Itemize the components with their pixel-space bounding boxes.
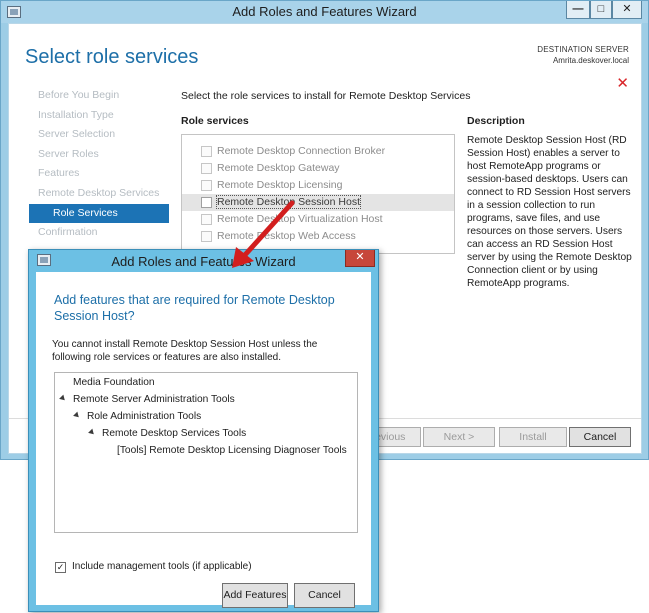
checkbox[interactable] <box>201 180 212 191</box>
add-features-dialog: Add Roles and Features Wizard ✕ Add feat… <box>28 249 379 612</box>
expand-triangle-icon[interactable] <box>73 411 81 420</box>
description-header: Description <box>467 115 525 127</box>
close-button[interactable]: ✕ <box>612 1 642 19</box>
install-button[interactable]: Install <box>499 427 567 447</box>
checkbox[interactable] <box>201 197 212 208</box>
tree-item[interactable]: Remote Server Administration Tools <box>73 394 235 405</box>
role-services-list[interactable]: Remote Desktop Connection Broker Remote … <box>181 134 455 254</box>
role-services-header: Role services <box>181 115 249 127</box>
dialog-message: You cannot install Remote Desktop Sessio… <box>52 339 318 363</box>
role-service-item[interactable]: Remote Desktop Licensing <box>182 177 454 194</box>
role-service-item[interactable]: Remote Desktop Virtualization Host <box>182 211 454 228</box>
add-features-button[interactable]: Add Features <box>222 583 288 608</box>
expand-triangle-icon[interactable] <box>59 394 67 403</box>
minimize-button[interactable]: — <box>566 1 590 19</box>
role-service-item[interactable]: Remote Desktop Connection Broker <box>182 143 454 160</box>
dialog-title: Add Roles and Features Wizard <box>111 254 296 269</box>
dialog-close-button[interactable]: ✕ <box>345 250 375 267</box>
description-text: Remote Desktop Session Host (RD Session … <box>467 135 632 289</box>
destination-server-label: DESTINATION SERVER <box>537 45 629 54</box>
next-button[interactable]: Next > <box>423 427 495 447</box>
dialog-cancel-button[interactable]: Cancel <box>294 583 355 608</box>
tree-item[interactable]: Media Foundation <box>73 377 155 388</box>
cancel-button[interactable]: Cancel <box>569 427 631 447</box>
tree-item[interactable]: Role Administration Tools <box>87 411 201 422</box>
nav-features[interactable]: Features <box>29 164 169 184</box>
checkbox[interactable] <box>201 214 212 225</box>
error-x-icon[interactable]: ✕ <box>616 74 629 92</box>
nav-installation-type[interactable]: Installation Type <box>29 106 169 126</box>
role-service-item-session-host[interactable]: Remote Desktop Session Host <box>182 194 454 211</box>
required-features-tree[interactable]: Media Foundation Remote Server Administr… <box>54 372 358 533</box>
dialog-client-area: Add features that are required for Remot… <box>36 272 371 608</box>
main-titlebar[interactable]: Add Roles and Features Wizard — □ ✕ <box>1 1 648 23</box>
main-window-title: Add Roles and Features Wizard <box>232 4 417 19</box>
tree-item[interactable]: [Tools] Remote Desktop Licensing Diagnos… <box>117 445 347 456</box>
checkbox[interactable] <box>201 146 212 157</box>
instruction-text: Select the role services to install for … <box>181 90 471 102</box>
maximize-button[interactable]: □ <box>590 1 612 19</box>
nav-remote-desktop-services[interactable]: Remote Desktop Services <box>29 184 169 204</box>
role-service-item[interactable]: Remote Desktop Web Access <box>182 228 454 245</box>
nav-role-services[interactable]: Role Services <box>29 203 169 224</box>
checkbox[interactable] <box>201 163 212 174</box>
role-service-item[interactable]: Remote Desktop Gateway <box>182 160 454 177</box>
page-title: Select role services <box>25 46 199 68</box>
nav-server-selection[interactable]: Server Selection <box>29 125 169 145</box>
nav-before-you-begin[interactable]: Before You Begin <box>29 86 169 106</box>
nav-confirmation[interactable]: Confirmation <box>29 223 169 243</box>
expand-triangle-icon[interactable] <box>88 428 96 437</box>
tree-item[interactable]: Remote Desktop Services Tools <box>102 428 246 439</box>
nav-server-roles[interactable]: Server Roles <box>29 145 169 165</box>
dialog-heading: Add features that are required for Remot… <box>54 293 335 323</box>
wizard-nav: Before You Begin Installation Type Serve… <box>29 86 169 243</box>
include-management-tools-label[interactable]: Include management tools (if applicable) <box>72 561 252 572</box>
checkbox[interactable] <box>201 231 212 242</box>
destination-server-value: Amrita.deskover.local <box>552 56 629 65</box>
include-management-tools-checkbox[interactable]: ✓ <box>55 562 66 573</box>
